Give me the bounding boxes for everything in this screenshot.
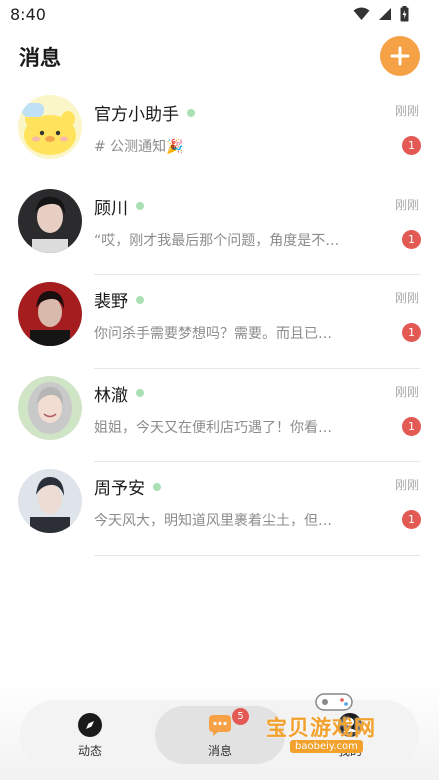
chat-name-wrap: 周予安	[94, 474, 161, 499]
chat-preview: 你问杀手需要梦想吗？需要。而且已…	[94, 326, 332, 342]
unread-badge: 1	[402, 323, 421, 342]
status-time: 8:40	[10, 5, 46, 24]
tab-badge: 5	[232, 708, 249, 725]
character-avatar-image	[18, 188, 82, 253]
chat-time: 刚刚	[394, 291, 419, 305]
chat-name: 顾川	[94, 198, 128, 219]
mascot-avatar-image	[18, 95, 82, 159]
character-avatar-image	[18, 469, 82, 533]
chat-time: 刚刚	[394, 478, 419, 492]
battery-icon	[400, 6, 409, 22]
chat-time: 刚刚	[394, 197, 419, 212]
unread-badge: 1	[402, 229, 421, 249]
status-icons	[353, 6, 409, 22]
status-bar: 8:40	[0, 0, 439, 30]
plus-icon	[390, 46, 410, 66]
unread-badge: 1	[402, 510, 421, 529]
online-status-dot	[136, 389, 144, 397]
chat-name-wrap: 官方小助手	[94, 100, 195, 125]
chat-row-linche[interactable]: 林澈 刚刚 姐姐，今天又在便利店巧遇了！你看… 1	[0, 369, 439, 462]
unread-badge: 1	[402, 416, 421, 436]
chat-bubble-icon	[209, 714, 231, 736]
avatar	[18, 95, 82, 159]
avatar	[18, 469, 82, 533]
page-title: 消息	[19, 46, 61, 70]
chat-row-zhouyuan[interactable]: 周予安 刚刚 今天风大，明知道风里裹着尘土，但… 1	[0, 462, 439, 556]
watermark: 宝贝游戏网 baobeiy.com	[262, 690, 412, 770]
online-status-dot	[136, 295, 144, 304]
chat-name-wrap: 顾川	[94, 194, 144, 219]
character-avatar-image	[18, 282, 82, 346]
chat-time: 刚刚	[394, 104, 419, 118]
chat-list: 官方小助手 刚刚 # 公测通知🎉 1 顾川 刚刚 “哎，刚才我最后那个问题，角度…	[0, 88, 439, 556]
compass-icon	[78, 712, 102, 737]
chat-preview: 今天风大，明知道风里裹着尘土，但…	[94, 513, 332, 529]
chat-row-assistant[interactable]: 官方小助手 刚刚 # 公测通知🎉 1	[0, 88, 439, 182]
avatar	[18, 375, 82, 440]
chat-name-wrap: 裴野	[94, 287, 144, 312]
chat-preview: 姐姐，今天又在便利店巧遇了！你看…	[94, 419, 332, 436]
chat-name-wrap: 林澈	[94, 381, 144, 406]
header: 消息	[0, 34, 439, 78]
avatar	[18, 282, 82, 346]
online-status-dot	[187, 108, 195, 117]
chat-preview: “哎，刚才我最后那个问题，角度是不…	[94, 232, 340, 249]
chat-name: 周予安	[94, 479, 145, 499]
online-status-dot	[136, 202, 144, 210]
chat-name: 裴野	[94, 292, 128, 312]
tab-label: 动态	[77, 743, 102, 758]
chat-name: 官方小助手	[94, 105, 179, 125]
signal-icon	[379, 8, 391, 20]
tab-moments[interactable]: 动态	[40, 706, 140, 764]
chat-name: 林澈	[94, 385, 128, 406]
chat-preview: # 公测通知🎉	[94, 139, 184, 155]
unread-badge: 1	[402, 136, 421, 155]
chat-row-guchuan[interactable]: 顾川 刚刚 “哎，刚才我最后那个问题，角度是不… 1	[0, 182, 439, 275]
tab-label: 消息	[207, 743, 232, 758]
character-avatar-image	[18, 375, 82, 440]
watermark-url: baobeiy.com	[290, 740, 363, 753]
watermark-text: 宝贝游戏网	[266, 716, 376, 740]
chat-row-peiye[interactable]: 裴野 刚刚 你问杀手需要梦想吗？需要。而且已… 1	[0, 275, 439, 369]
avatar	[18, 188, 82, 253]
gamepad-icon	[315, 693, 353, 711]
divider	[94, 554, 420, 556]
add-button[interactable]	[380, 36, 420, 76]
wifi-icon	[353, 7, 370, 20]
online-status-dot	[153, 482, 161, 491]
chat-time: 刚刚	[394, 384, 419, 399]
